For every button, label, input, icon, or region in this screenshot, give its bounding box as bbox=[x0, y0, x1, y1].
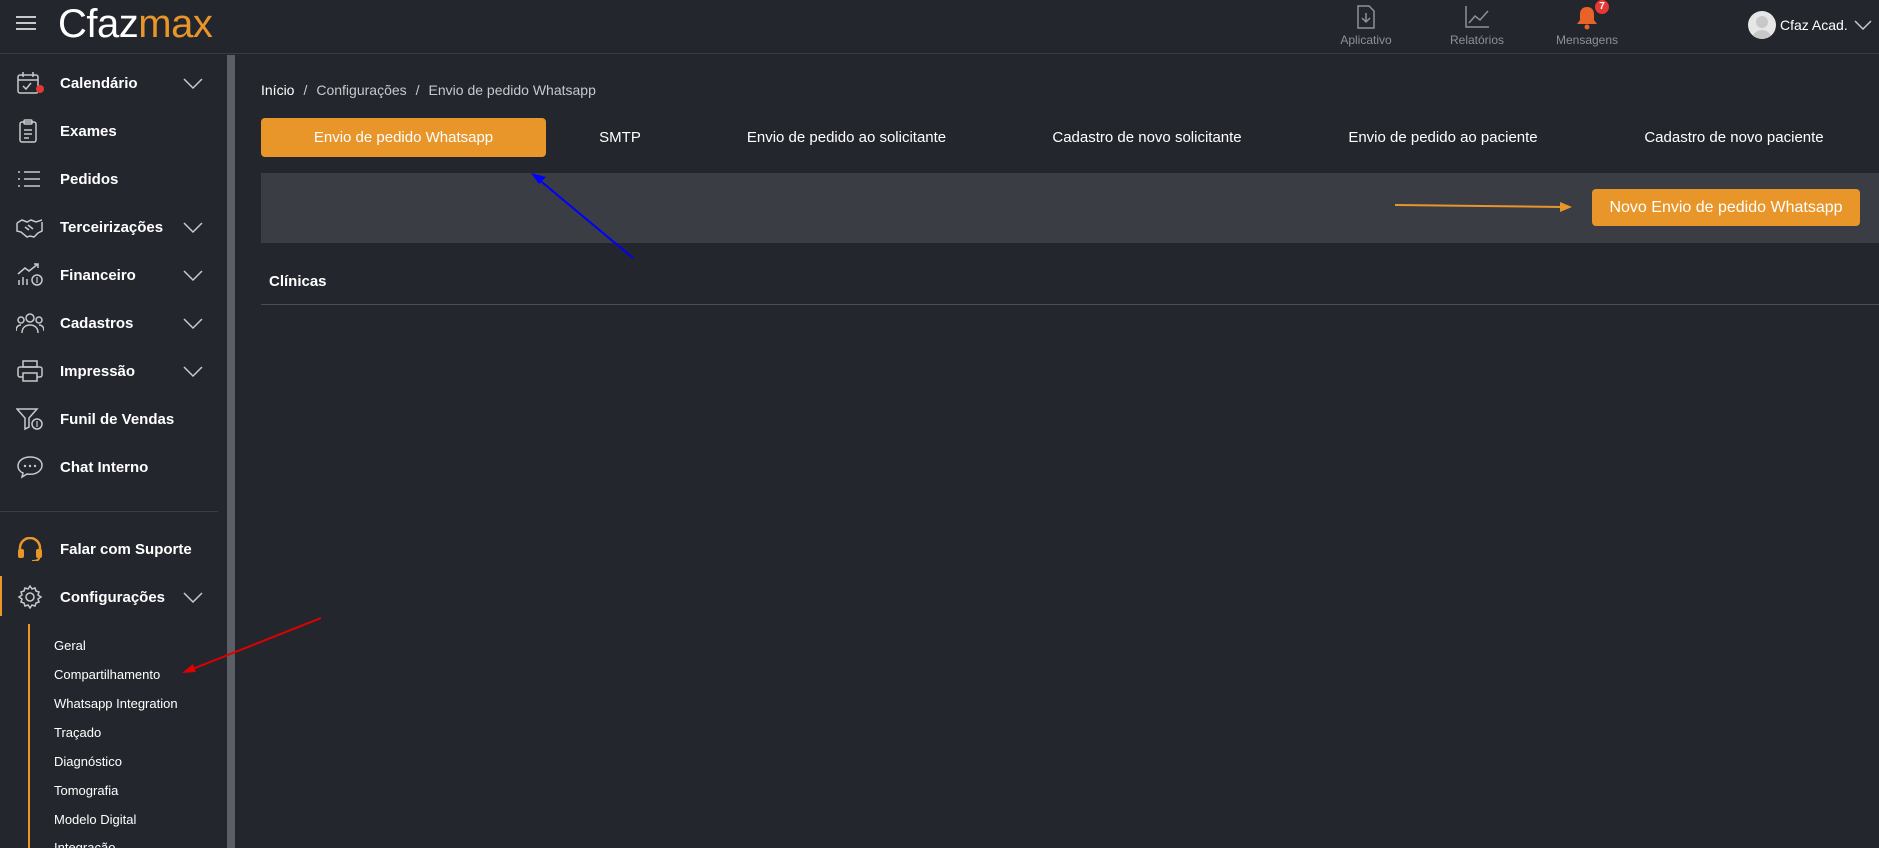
sidebar-item-pedidos[interactable]: Pedidos bbox=[0, 159, 227, 199]
app-logo[interactable]: Cfazmax bbox=[58, 2, 213, 47]
sidebar-item-label: Chat Interno bbox=[60, 458, 149, 476]
sidebar-item-falar-com-suporte[interactable]: Falar com Suporte bbox=[0, 529, 227, 569]
submenu-line bbox=[28, 624, 30, 848]
breadcrumb: Início / Configurações / Envio de pedido Wha… bbox=[261, 82, 596, 98]
sidebar-item-label: Impressão bbox=[60, 362, 136, 380]
submenu-item-tomografia[interactable]: Tomografia bbox=[54, 783, 118, 798]
sidebar-item-calendario[interactable]: Calendário bbox=[0, 63, 227, 103]
breadcrumb-separator: / bbox=[303, 82, 308, 98]
list-icon bbox=[18, 171, 40, 187]
topnav-relatorios[interactable]: Relatórios bbox=[1422, 0, 1532, 54]
topnav-mensagens-label: Mensagens bbox=[1555, 33, 1619, 47]
active-indicator bbox=[0, 576, 2, 616]
breadcrumb-separator: / bbox=[415, 82, 420, 98]
sidebar: Calendário Exames Pedidos Terceirizações… bbox=[0, 55, 227, 848]
logo-text-part2: max bbox=[138, 2, 213, 46]
avatar bbox=[1748, 11, 1776, 39]
sidebar-divider bbox=[0, 511, 218, 512]
calendar-icon bbox=[17, 72, 44, 94]
sidebar-item-label: Calendário bbox=[60, 74, 138, 92]
topnav-aplicativo-label: Aplicativo bbox=[1340, 33, 1392, 47]
sidebar-item-label: Terceirizações bbox=[60, 218, 164, 236]
notification-badge: 7 bbox=[1595, 0, 1609, 14]
tab-envio-de-pedido-ao-solicitante[interactable]: Envio de pedido ao solicitante bbox=[730, 118, 963, 157]
submenu-item-compartilhamento[interactable]: Compartilhamento bbox=[54, 667, 160, 682]
sidebar-item-label: Exames bbox=[60, 122, 117, 140]
breadcrumb-configuracoes[interactable]: Configurações bbox=[316, 82, 406, 98]
sidebar-item-label: Falar com Suporte bbox=[60, 540, 192, 558]
sidebar-item-label: Financeiro bbox=[60, 266, 136, 284]
handshake-icon bbox=[16, 219, 43, 238]
sidebar-item-chat-interno[interactable]: Chat Interno bbox=[0, 447, 227, 487]
sidebar-item-financeiro[interactable]: Financeiro bbox=[0, 255, 227, 295]
clipboard-icon bbox=[19, 119, 37, 143]
chevron-down-icon bbox=[183, 78, 203, 89]
logo-text-part1: Cfaz bbox=[58, 2, 139, 46]
sidebar-item-impressao[interactable]: Impressão bbox=[0, 351, 227, 391]
headset-icon bbox=[18, 537, 42, 561]
sidebar-item-funil-de-vendas[interactable]: Funil de Vendas bbox=[0, 399, 227, 439]
chevron-down-icon bbox=[183, 270, 203, 281]
submenu-item-geral[interactable]: Geral bbox=[54, 638, 86, 653]
breadcrumb-current: Envio de pedido Whatsapp bbox=[428, 82, 596, 98]
breadcrumb-home[interactable]: Início bbox=[261, 82, 294, 98]
tab-envio-de-pedido-ao-paciente[interactable]: Envio de pedido ao paciente bbox=[1340, 118, 1546, 157]
chevron-down-icon bbox=[1854, 20, 1872, 30]
tab-smtp[interactable]: SMTP bbox=[570, 118, 670, 157]
chevron-down-icon bbox=[183, 222, 203, 233]
gear-icon bbox=[17, 585, 43, 609]
topnav-relatorios-label: Relatórios bbox=[1449, 33, 1505, 47]
printer-icon bbox=[17, 360, 43, 382]
user-menu[interactable]: Cfaz Acad. bbox=[1748, 10, 1872, 40]
sidebar-item-label: Pedidos bbox=[60, 170, 119, 188]
sidebar-scrollbar[interactable] bbox=[227, 55, 235, 848]
tab-envio-de-pedido-whatsapp[interactable]: Envio de pedido Whatsapp bbox=[261, 118, 546, 157]
sidebar-item-configuracoes[interactable]: Configurações bbox=[0, 577, 227, 617]
user-name: Cfaz Acad. bbox=[1780, 17, 1848, 33]
topnav-mensagens[interactable]: 7 Mensagens bbox=[1532, 0, 1642, 54]
finance-icon bbox=[17, 263, 43, 286]
chat-icon bbox=[17, 456, 43, 479]
new-whatsapp-order-button[interactable]: Novo Envio de pedido Whatsapp bbox=[1592, 189, 1860, 226]
sidebar-item-exames[interactable]: Exames bbox=[0, 111, 227, 151]
sidebar-item-label: Cadastros bbox=[60, 314, 134, 332]
topnav-aplicativo[interactable]: Aplicativo bbox=[1311, 0, 1421, 54]
section-title: Clínicas bbox=[269, 273, 327, 290]
sidebar-item-terceirizacoes[interactable]: Terceirizações bbox=[0, 207, 227, 247]
download-icon bbox=[1357, 5, 1375, 29]
sidebar-item-cadastros[interactable]: Cadastros bbox=[0, 303, 227, 343]
section-divider bbox=[261, 304, 1879, 305]
submenu-item-integracao[interactable]: Integração bbox=[54, 840, 115, 848]
scrollbar-thumb[interactable] bbox=[227, 55, 235, 848]
chart-icon bbox=[1465, 6, 1489, 28]
top-bar: Cfazmax Aplicativo Relatórios 7 Mensagen… bbox=[0, 0, 1879, 54]
chevron-down-icon bbox=[183, 366, 203, 377]
chevron-down-icon bbox=[183, 318, 203, 329]
submenu-item-diagnostico[interactable]: Diagnóstico bbox=[54, 754, 122, 769]
tab-cadastro-de-novo-solicitante[interactable]: Cadastro de novo solicitante bbox=[1042, 118, 1252, 157]
users-icon bbox=[16, 313, 44, 334]
sidebar-item-label: Configurações bbox=[60, 588, 166, 606]
menu-icon[interactable] bbox=[16, 16, 36, 32]
tab-cadastro-de-novo-paciente[interactable]: Cadastro de novo paciente bbox=[1636, 118, 1832, 157]
sidebar-item-label: Funil de Vendas bbox=[60, 410, 175, 428]
submenu-item-whatsapp-integration[interactable]: Whatsapp Integration bbox=[54, 696, 178, 711]
funnel-icon bbox=[16, 408, 43, 431]
submenu-item-tracado[interactable]: Traçado bbox=[54, 725, 101, 740]
chevron-down-icon bbox=[183, 592, 203, 603]
submenu-item-modelo-digital[interactable]: Modelo Digital bbox=[54, 812, 136, 827]
